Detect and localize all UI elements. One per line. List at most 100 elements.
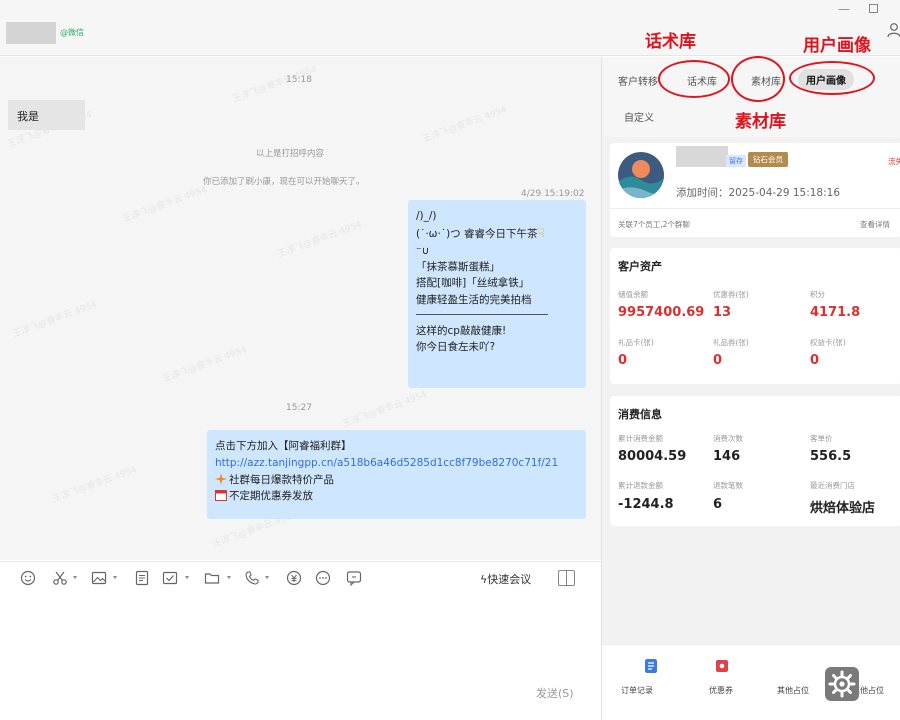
metric-label: 储值余额 xyxy=(618,290,648,299)
customer-name-blurred xyxy=(676,146,728,167)
message-bubble-left[interactable]: 我是 xyxy=(8,100,85,130)
customer-side-panel: 客户转移 话术库 素材库 用户画像 自定义 留存 钻石会员 流失 添加时间：20… xyxy=(602,57,900,720)
metric-value: 0 xyxy=(713,353,723,368)
message-line: 搭配[咖啡]「丝绒拿铁」 xyxy=(416,277,530,290)
metric-label: 权益卡(张) xyxy=(810,338,846,347)
minimize-button[interactable]: — xyxy=(838,2,850,16)
maximize-button[interactable] xyxy=(869,4,878,13)
message-line: 不定期优惠券发放 xyxy=(229,490,313,503)
metric-label: 消费次数 xyxy=(713,434,743,443)
metric-value: 烘焙体验店 xyxy=(810,501,876,516)
tab-customer-transfer[interactable]: 客户转移 xyxy=(618,73,658,88)
chevron-down-icon[interactable] xyxy=(73,576,77,579)
metric-value: -1244.8 xyxy=(618,497,674,512)
metric-value: 80004.59 xyxy=(618,449,687,464)
linked-info: 关联7个员工,2个群聊 xyxy=(618,220,690,229)
comment-icon[interactable] xyxy=(346,570,362,587)
annotation-circle xyxy=(658,60,730,98)
metric-value[interactable]: 13 xyxy=(713,305,731,320)
annotation-circle xyxy=(731,56,785,102)
chevron-down-icon[interactable] xyxy=(113,576,117,579)
metric-label: 最近消费门店 xyxy=(810,481,855,490)
group-link[interactable]: http://azz.tanjingpp.cn/a518b6a46d5285d1… xyxy=(215,455,578,472)
order-records-button[interactable]: 订单记录 xyxy=(621,685,653,696)
quick-meeting-button[interactable]: ϟ快速会议 xyxy=(480,571,531,587)
annotation-user-portrait: 用户画像 xyxy=(803,36,871,56)
coupon-icon[interactable] xyxy=(716,659,728,673)
gear-icon xyxy=(828,670,856,698)
metric-value: 9957400.69 xyxy=(618,305,705,320)
send-button[interactable]: 发送(S) xyxy=(536,685,574,701)
metric-label: 礼品卡(张) xyxy=(618,338,654,347)
person-icon[interactable] xyxy=(887,22,900,38)
section-title: 消费信息 xyxy=(618,408,662,421)
message-line: ⁻∪ xyxy=(416,244,430,257)
customer-assets-card: 客户资产 储值余额 9957400.69 优惠券(张) 13 积分 4171.8… xyxy=(610,248,900,384)
view-detail-link[interactable]: 查看详情 xyxy=(860,219,890,230)
message-line: 你今日食左未吖? xyxy=(416,341,496,354)
document-icon[interactable] xyxy=(134,570,150,586)
contact-name-blurred xyxy=(6,22,56,44)
image-icon[interactable] xyxy=(91,570,107,586)
customer-avatar[interactable] xyxy=(618,152,664,198)
red-packet-icon[interactable] xyxy=(286,570,302,586)
message-bubble-group[interactable]: 点击下方加入【阿睿福利群】 http://azz.tanjingpp.cn/a5… xyxy=(207,430,586,519)
message-text: 我是 xyxy=(17,110,39,123)
timestamp: 15:18 xyxy=(286,75,312,85)
message-line: 「抹茶慕斯蛋糕」 xyxy=(416,261,500,274)
metric-value: 4171.8 xyxy=(810,305,861,320)
watermark: 王淳飞@睿丰云 4954 xyxy=(11,300,99,340)
churn-badge: 流失 xyxy=(888,157,900,166)
checklist-icon[interactable] xyxy=(162,570,178,586)
metric-label: 积分 xyxy=(810,290,825,299)
watermark: 王淳飞@睿丰云 4954 xyxy=(276,220,364,260)
folder-icon[interactable] xyxy=(204,570,220,586)
metric-label: 累计退款金额 xyxy=(618,481,663,490)
message-composer[interactable]: ϟ快速会议 发送(S) xyxy=(0,561,601,720)
message-line: 这样的cp敲敲健康! xyxy=(416,324,507,337)
message-line: 点击下方加入【阿睿福利群】 xyxy=(215,440,352,452)
phone-icon[interactable] xyxy=(244,570,260,586)
tab-custom[interactable]: 自定义 xyxy=(624,109,654,124)
sparkle-icon xyxy=(215,472,227,485)
pointing-hand-icon: ☟ xyxy=(537,226,545,241)
metric-label: 累计消费金额 xyxy=(618,434,663,443)
system-message: 以上是打招呼内容 xyxy=(256,149,325,159)
member-level-badge: 钻石会员 xyxy=(748,152,788,167)
metric-label: 礼品券(张) xyxy=(713,338,749,347)
settings-button[interactable] xyxy=(825,667,859,701)
emoji-icon[interactable] xyxy=(20,570,36,586)
panel-toggle-icon[interactable] xyxy=(558,570,575,586)
scissors-icon[interactable] xyxy=(52,570,68,586)
added-time: 添加时间：2025-04-29 15:18:16 xyxy=(676,187,841,199)
placeholder-button[interactable]: 其他占位 xyxy=(777,685,809,696)
chevron-down-icon[interactable] xyxy=(185,576,189,579)
customer-profile-card: 留存 钻石会员 流失 添加时间：2025-04-29 15:18:16 关联7个… xyxy=(610,143,900,237)
wechat-tag: @微信 xyxy=(60,28,84,37)
message-line: (˙·ω·˙)つ 睿睿今日下午茶 xyxy=(416,228,538,241)
metric-value: 146 xyxy=(713,449,741,464)
more-icon[interactable] xyxy=(315,570,331,586)
annotation-script-library: 话术库 xyxy=(645,32,696,52)
metric-label: 退款笔数 xyxy=(713,481,743,490)
divider xyxy=(610,208,900,209)
watermark: 王淳飞@睿丰云 4954 xyxy=(51,465,139,505)
annotation-material-library: 素材库 xyxy=(735,112,786,132)
chevron-down-icon[interactable] xyxy=(227,576,231,579)
chat-area: 王淳飞@睿丰云 4954 王淳飞@睿丰云 4954 王淳飞@睿丰云 4954 王… xyxy=(0,57,601,560)
chevron-down-icon[interactable] xyxy=(265,576,269,579)
order-icon[interactable] xyxy=(645,659,657,673)
quick-action-bar: 订单记录 优惠券 其他占位 其他占位 xyxy=(602,644,900,720)
section-title: 客户资产 xyxy=(618,260,662,273)
metric-value: 6 xyxy=(713,497,723,512)
metric-label: 客单价 xyxy=(810,434,833,443)
timestamp: 4/29 15:19:02 xyxy=(521,189,585,199)
metric-value: 0 xyxy=(810,353,820,368)
watermark: 王淳飞@睿丰云 4954 xyxy=(121,185,209,225)
status-badge: 留存 xyxy=(726,155,746,167)
timestamp: 15:27 xyxy=(286,403,312,413)
consumption-info-card: 消费信息 累计消费金额 80004.59 消费次数 146 客单价 556.5 … xyxy=(610,396,900,526)
message-bubble-tea[interactable]: /)_/) (˙·ω·˙)つ 睿睿今日下午茶☟ ⁻∪ 「抹茶慕斯蛋糕」 搭配[咖… xyxy=(408,200,586,388)
message-line: 社群每日爆款特价产品 xyxy=(229,473,334,486)
coupon-button[interactable]: 优惠券 xyxy=(709,685,733,696)
